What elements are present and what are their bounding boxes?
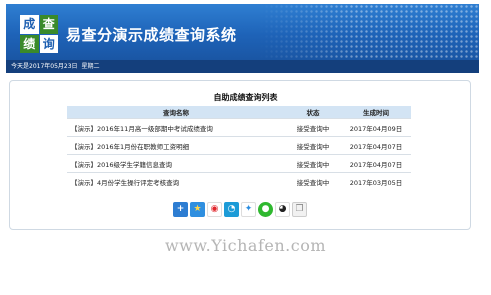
copy-icon[interactable]: ❐ <box>292 202 307 217</box>
query-status: 接受查询中 <box>285 136 341 155</box>
column-header-time: 生成时间 <box>341 106 411 119</box>
table-row[interactable]: 【演示】2016年1月份在职教师工资明细 接受查询中 2017年04月07日 <box>67 136 411 155</box>
watermark: www.Yichafen.com <box>164 236 327 255</box>
qzone-icon[interactable]: ✦ <box>241 202 256 217</box>
query-time: 2017年04月09日 <box>341 118 411 137</box>
plus-icon[interactable]: + <box>173 202 188 217</box>
logo-char: 查 <box>39 15 58 34</box>
query-list-table: 查询名称 状态 生成时间 【演示】2016年11月高一级部期中考试成绩查询 接受… <box>67 106 411 190</box>
column-header-status: 状态 <box>285 106 341 119</box>
column-header-name: 查询名称 <box>67 106 285 119</box>
query-time: 2017年04月07日 <box>341 136 411 155</box>
query-name-link[interactable]: 【演示】4月份学生操行评定考核查询 <box>67 172 285 190</box>
query-name-link[interactable]: 【演示】2016年1月份在职教师工资明细 <box>67 136 285 155</box>
table-row[interactable]: 【演示】2016年11月高一级部期中考试成绩查询 接受查询中 2017年04月0… <box>67 118 411 137</box>
query-time: 2017年03月05日 <box>341 172 411 190</box>
query-name-link[interactable]: 【演示】2016年11月高一级部期中考试成绩查询 <box>67 118 285 137</box>
qq-icon[interactable]: ◕ <box>275 202 290 217</box>
logo-char: 成 <box>20 15 39 34</box>
query-name-link[interactable]: 【演示】2016级学生学籍信息查询 <box>67 154 285 173</box>
table-row[interactable]: 【演示】2016级学生学籍信息查询 接受查询中 2017年04月07日 <box>67 154 411 173</box>
table-header-row: 查询名称 状态 生成时间 <box>67 106 411 119</box>
date-bar: 今天是2017年05月23日 星期二 <box>6 60 479 73</box>
site-logo[interactable]: 成 查 绩 询 <box>20 15 58 53</box>
query-status: 接受查询中 <box>285 154 341 173</box>
query-time: 2017年04月07日 <box>341 154 411 173</box>
current-weekday: 星期二 <box>81 63 100 70</box>
header-banner: 成 查 绩 询 易查分演示成绩查询系统 <box>6 4 479 60</box>
list-title: 自助成绩查询列表 <box>213 93 278 102</box>
site-title: 易查分演示成绩查询系统 <box>66 26 237 44</box>
current-date: 今天是2017年05月23日 <box>11 63 78 70</box>
wechat-icon[interactable]: ● <box>258 202 273 217</box>
share-toolbar: + ★ ◉ ◔ ✦ ● ◕ ❐ <box>173 202 307 217</box>
query-status: 接受查询中 <box>285 172 341 190</box>
query-status: 接受查询中 <box>285 118 341 137</box>
logo-char: 绩 <box>20 34 39 53</box>
tencent-weibo-icon[interactable]: ◔ <box>224 202 239 217</box>
star-icon[interactable]: ★ <box>190 202 205 217</box>
dotted-world-map-decoration <box>259 4 479 60</box>
logo-char: 询 <box>39 34 58 53</box>
table-row[interactable]: 【演示】4月份学生操行评定考核查询 接受查询中 2017年03月05日 <box>67 172 411 190</box>
weibo-icon[interactable]: ◉ <box>207 202 222 217</box>
